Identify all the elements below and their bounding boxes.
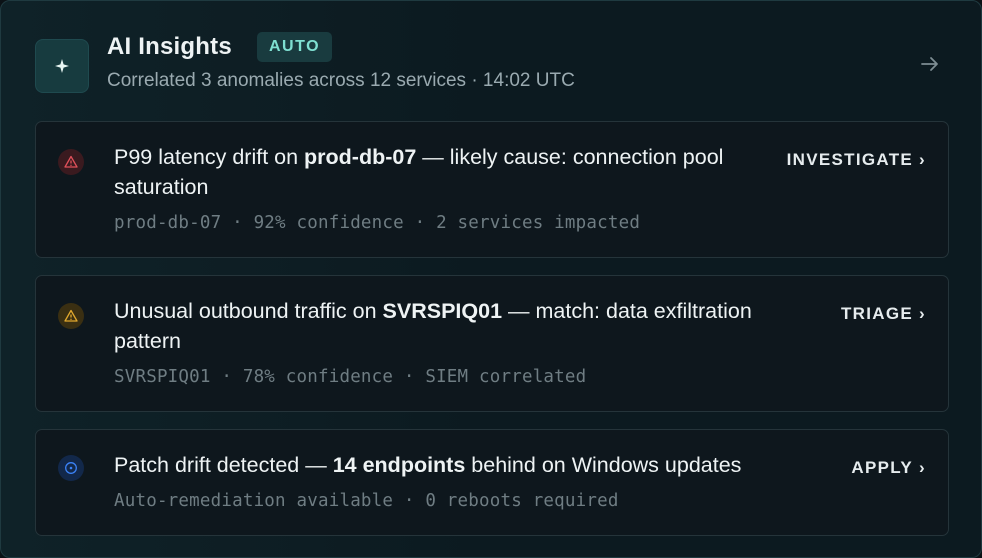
insight-meta: prod-db-07 · 92% confidence · 2 services… xyxy=(114,213,641,233)
chevron-right-icon: › xyxy=(919,304,926,323)
insight-meta: SVRSPIQ01 · 78% confidence · SIEM correl… xyxy=(114,367,587,387)
sparkle-icon xyxy=(35,39,89,93)
chevron-right-icon: › xyxy=(919,150,926,169)
apply-button[interactable]: APPLY › xyxy=(851,458,926,478)
arrow-right-icon[interactable] xyxy=(919,53,941,75)
insight-meta: Auto-remediation available · 0 reboots r… xyxy=(114,491,619,511)
panel-subtitle: Correlated 3 anomalies across 12 service… xyxy=(107,70,575,91)
insight-title: Unusual outbound traffic on SVRSPIQ01 — … xyxy=(114,299,752,353)
chevron-right-icon: › xyxy=(919,458,926,477)
triage-button[interactable]: TRIAGE › xyxy=(841,304,926,324)
panel-title: AI Insights xyxy=(107,33,232,60)
insight-title: Patch drift detected — 14 endpoints behi… xyxy=(114,453,742,477)
insight-card[interactable]: Patch drift detected — 14 endpoints behi… xyxy=(35,429,949,536)
ai-insights-panel: AI Insights AUTO Correlated 3 anomalies … xyxy=(0,0,982,558)
panel-header: AI Insights AUTO Correlated 3 anomalies … xyxy=(35,32,947,95)
insight-card[interactable]: P99 latency drift on prod-db-07 — likely… xyxy=(35,121,949,258)
auto-badge: AUTO xyxy=(257,32,333,62)
alert-triangle-icon xyxy=(58,303,84,329)
insight-card[interactable]: Unusual outbound traffic on SVRSPIQ01 — … xyxy=(35,275,949,412)
info-circle-icon xyxy=(58,455,84,481)
alert-triangle-icon xyxy=(58,149,84,175)
insight-title: P99 latency drift on prod-db-07 — likely… xyxy=(114,145,724,199)
investigate-button[interactable]: INVESTIGATE › xyxy=(787,150,926,170)
